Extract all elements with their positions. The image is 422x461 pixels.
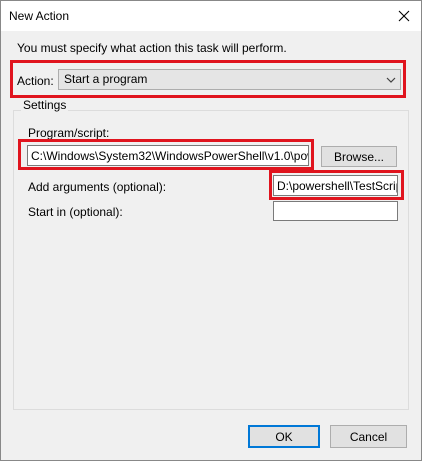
action-label: Action: <box>17 74 54 88</box>
cancel-button[interactable]: Cancel <box>330 425 407 448</box>
instruction-text: You must specify what action this task w… <box>17 41 287 55</box>
browse-button-label: Browse... <box>333 149 384 164</box>
action-dropdown-value: Start a program <box>64 72 148 86</box>
ok-button[interactable]: OK <box>248 425 320 448</box>
window-title: New Action <box>9 9 70 23</box>
program-script-input[interactable]: C:\Windows\System32\WindowsPowerShell\v1… <box>27 145 309 166</box>
browse-button[interactable]: Browse... <box>321 146 397 167</box>
add-arguments-input[interactable]: D:\powershell\TestScript <box>273 175 398 196</box>
cancel-button-label: Cancel <box>349 429 388 444</box>
settings-group-label: Settings <box>21 97 69 113</box>
chevron-down-icon <box>386 77 396 83</box>
add-arguments-value: D:\powershell\TestScript <box>277 179 398 193</box>
program-script-value: C:\Windows\System32\WindowsPowerShell\v1… <box>31 149 309 163</box>
start-in-input[interactable] <box>273 201 398 221</box>
program-script-label: Program/script: <box>28 126 110 140</box>
title-bar: New Action <box>1 1 421 31</box>
close-icon <box>398 10 410 22</box>
new-action-dialog: New Action You must specify what action … <box>0 0 422 461</box>
ok-button-label: OK <box>275 429 293 444</box>
start-in-label: Start in (optional): <box>28 205 123 219</box>
action-dropdown[interactable]: Start a program <box>58 69 401 90</box>
add-arguments-label: Add arguments (optional): <box>28 180 167 194</box>
close-button[interactable] <box>387 1 421 31</box>
